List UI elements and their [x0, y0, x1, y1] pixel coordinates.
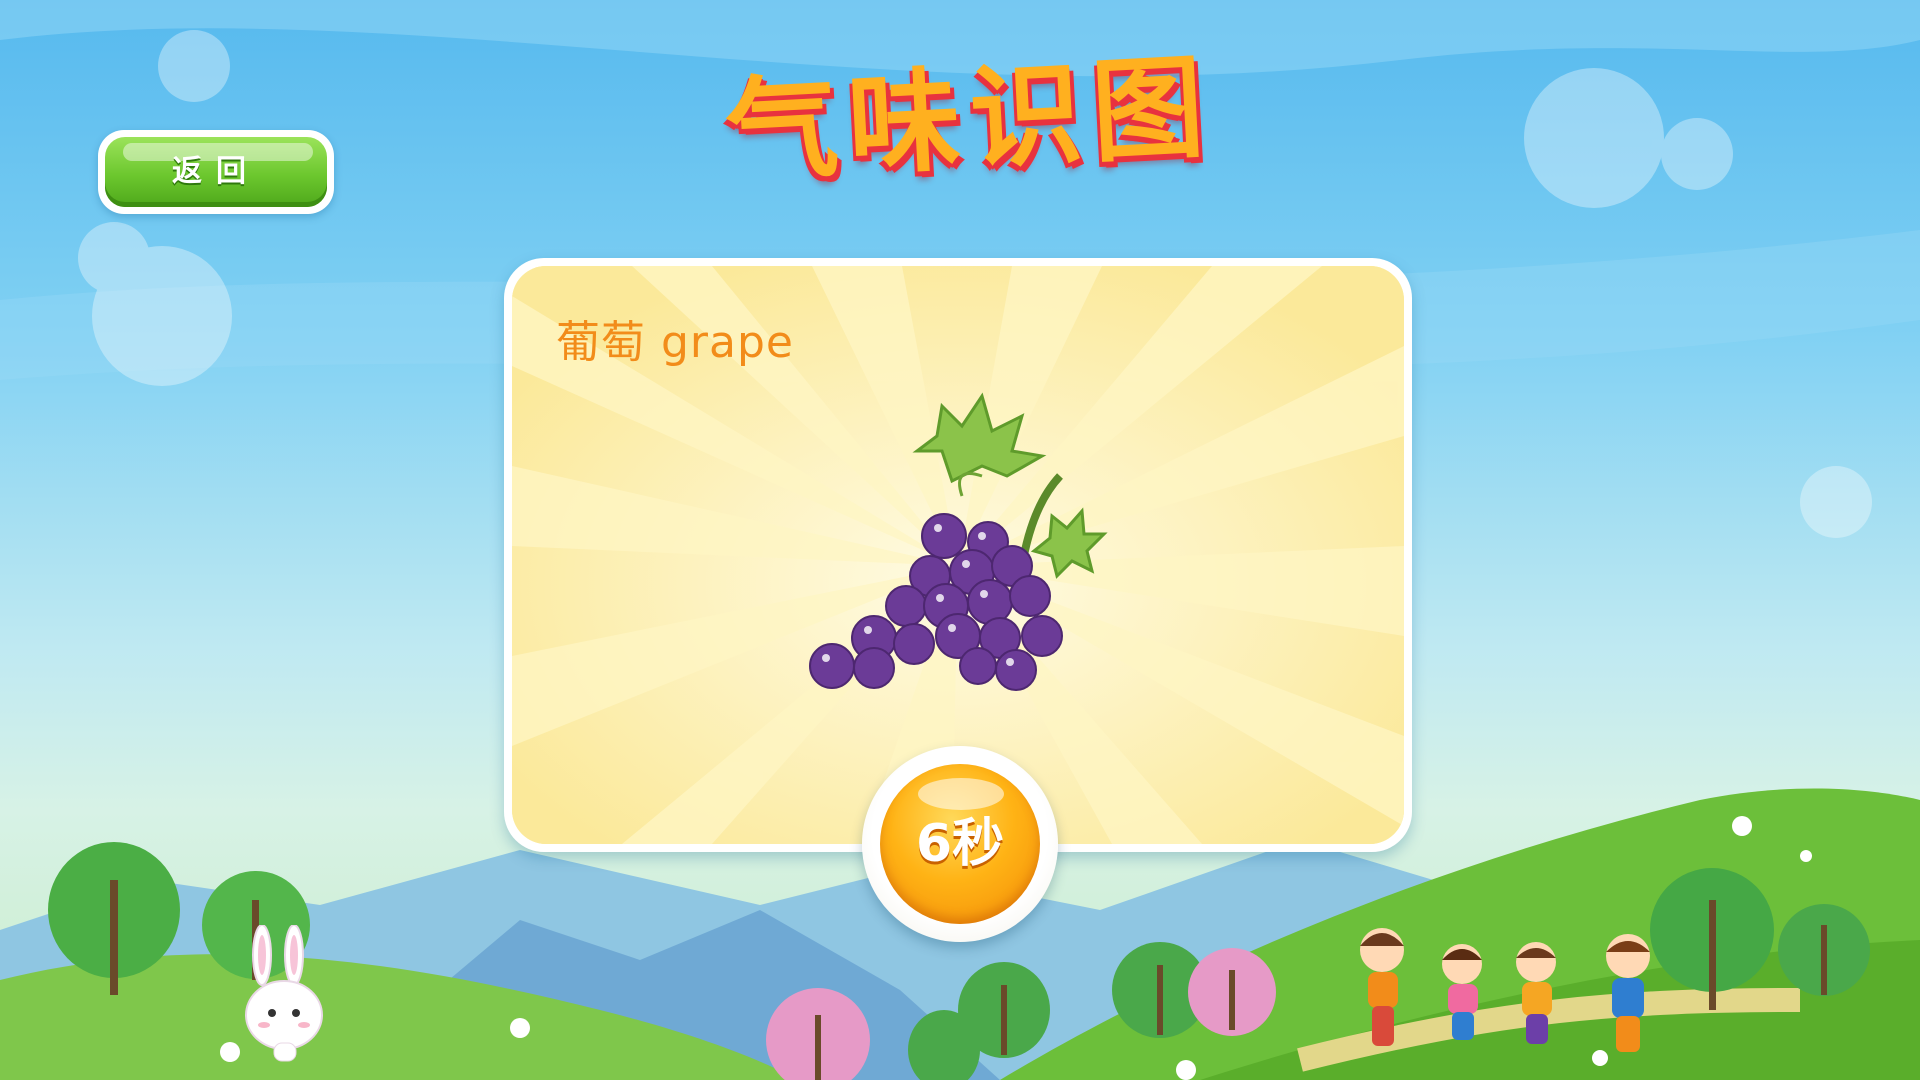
- children-group: [1360, 928, 1650, 1052]
- card-word: 葡萄 grape: [556, 317, 794, 368]
- countdown-timer: 6秒: [862, 746, 1058, 942]
- back-button[interactable]: 返回: [98, 130, 334, 214]
- game-title: 气味识图: [722, 42, 1218, 198]
- game-scene: 气味识图 返回 葡萄 grape 6秒: [0, 0, 1920, 1080]
- timer-core: 6秒: [880, 764, 1040, 924]
- timer-label: 6秒: [915, 814, 1005, 874]
- back-button-label: 返回: [172, 154, 260, 189]
- rabbit: [245, 925, 323, 1062]
- back-button-body: 返回: [105, 137, 327, 207]
